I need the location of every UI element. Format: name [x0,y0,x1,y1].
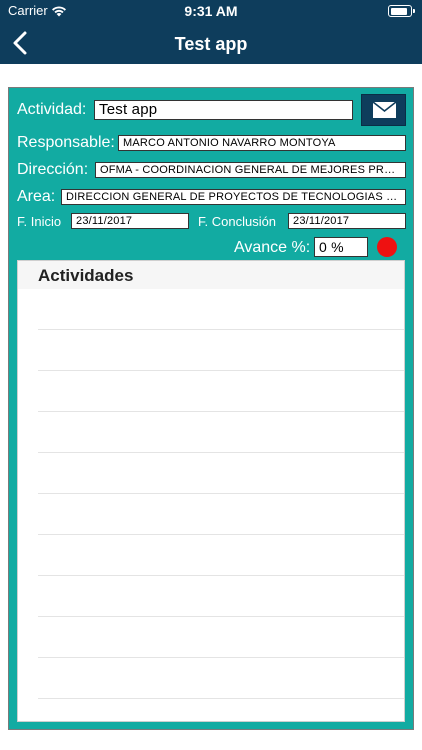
nav-bar: Carrier 9:31 AM Test app [0,0,422,64]
list-item[interactable] [38,617,404,658]
page-title: Test app [174,34,248,54]
list-title: Actividades [38,266,134,285]
battery-fill [390,7,407,15]
area-field[interactable]: DIRECCION GENERAL DE PROYECTOS DE TECNOL… [61,189,406,205]
status-bar: Carrier 9:31 AM [0,0,422,22]
inicio-field[interactable]: 23/11/2017 [71,213,189,229]
direccion-label: Dirección: [17,161,89,178]
conclusion-field[interactable]: 23/11/2017 [288,213,406,229]
actividad-field[interactable]: Test app [94,100,353,120]
list-item[interactable] [38,330,404,371]
list-item[interactable] [38,371,404,412]
list-header: Actividades [18,261,404,289]
list-item[interactable] [38,658,404,699]
conclusion-label: F. Conclusión [198,214,277,229]
status-indicator [377,237,397,257]
direccion-field[interactable]: OFMA - COORDINACION GENERAL DE MEJORES P… [95,162,406,178]
activities-list[interactable]: Actividades [17,260,405,722]
list-item[interactable] [38,494,404,535]
clock: 9:31 AM [184,3,238,19]
battery-icon [388,5,415,17]
list-item[interactable] [38,535,404,576]
avance-field[interactable]: 0 % [314,237,368,257]
list-item[interactable] [38,453,404,494]
responsable-field[interactable]: MARCO ANTONIO NAVARRO MONTOYA [118,135,406,151]
area-label: Area: [17,188,56,205]
inicio-label: F. Inicio [17,214,62,229]
actividad-label: Actividad: [17,101,87,118]
avance-label: Avance %: [234,239,311,256]
activity-form: Actividad: Test app Responsable: MARCO A… [8,87,414,730]
send-mail-button[interactable] [361,94,406,126]
list-item[interactable] [38,576,404,617]
list-item[interactable] [38,412,404,453]
responsable-label: Responsable: [17,134,115,151]
envelope-icon [372,101,397,118]
list-item[interactable] [38,289,404,330]
